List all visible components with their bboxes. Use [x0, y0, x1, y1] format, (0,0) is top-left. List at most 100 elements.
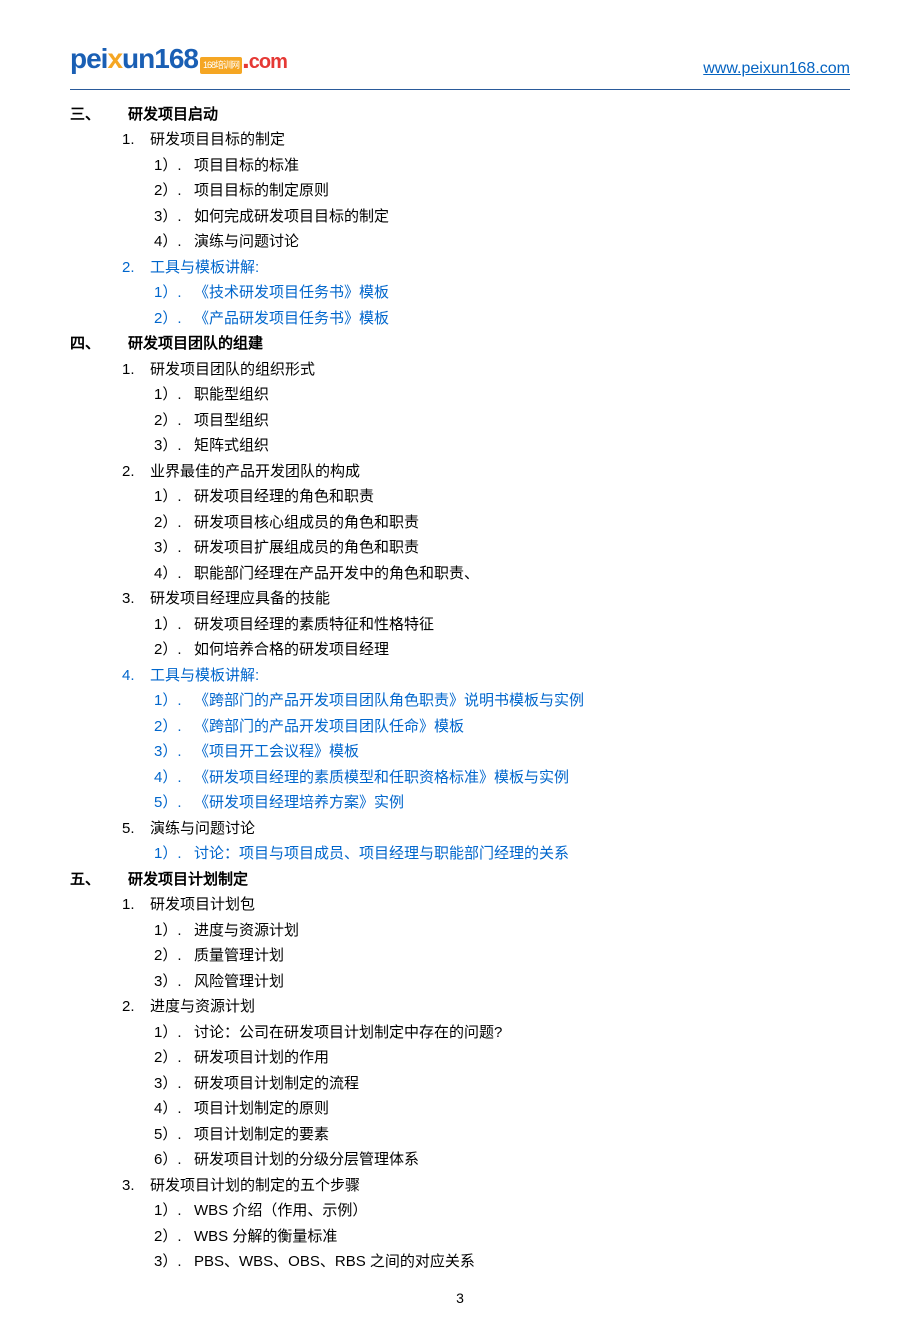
sub-item-number: 2）. — [154, 510, 194, 536]
sub-item: 1）.研发项目经理的素质特征和性格特征 — [154, 612, 850, 638]
sub-item-number: 2）. — [154, 306, 194, 332]
sub-item-text: 演练与问题讨论 — [194, 229, 299, 255]
item-title: 进度与资源计划 — [150, 994, 255, 1020]
sub-item: 2）.项目型组织 — [154, 408, 850, 434]
logo-badge: 168培训网 — [200, 57, 242, 74]
sub-item-number: 1）. — [154, 1198, 194, 1224]
list-item: 4.工具与模板讲解: — [122, 663, 850, 689]
page-number: 3 — [70, 1287, 850, 1311]
item-number: 3. — [122, 586, 150, 612]
sub-item: 3）.《项目开工会议程》模板 — [154, 739, 850, 765]
logo-part-168: 168 — [154, 35, 198, 83]
section-number: 五、 — [70, 867, 128, 893]
sub-item: 4）.职能部门经理在产品开发中的角色和职责、 — [154, 561, 850, 587]
item-title: 工具与模板讲解: — [150, 255, 259, 281]
list-item: 1.研发项目目标的制定 — [122, 127, 850, 153]
sub-item-number: 2）. — [154, 943, 194, 969]
item-number: 2. — [122, 994, 150, 1020]
sub-item: 3）.PBS、WBS、OBS、RBS 之间的对应关系 — [154, 1249, 850, 1275]
sub-item-number: 1）. — [154, 688, 194, 714]
list-item: 1.研发项目团队的组织形式 — [122, 357, 850, 383]
item-title: 工具与模板讲解: — [150, 663, 259, 689]
sub-item: 3）.研发项目扩展组成员的角色和职责 — [154, 535, 850, 561]
section-title: 研发项目计划制定 — [128, 867, 248, 893]
item-title: 业界最佳的产品开发团队的构成 — [150, 459, 360, 485]
sub-item-number: 3）. — [154, 433, 194, 459]
sub-item-number: 4）. — [154, 561, 194, 587]
sub-item: 3）.风险管理计划 — [154, 969, 850, 995]
sub-item-text: 项目目标的制定原则 — [194, 178, 329, 204]
item-title: 研发项目经理应具备的技能 — [150, 586, 330, 612]
site-url-link[interactable]: www.peixun168.com — [703, 55, 850, 82]
sub-item-number: 2）. — [154, 1045, 194, 1071]
sub-item: 2）.《产品研发项目任务书》模板 — [154, 306, 850, 332]
section-title: 研发项目启动 — [128, 102, 218, 128]
sub-item-number: 2）. — [154, 178, 194, 204]
sub-item-text: 如何完成研发项目目标的制定 — [194, 204, 389, 230]
sub-item-text: 研发项目经理的素质特征和性格特征 — [194, 612, 434, 638]
sub-item-number: 5）. — [154, 790, 194, 816]
sub-item-number: 1）. — [154, 484, 194, 510]
sub-item-number: 6）. — [154, 1147, 194, 1173]
sub-item-number: 4）. — [154, 765, 194, 791]
logo-dot: . — [242, 35, 249, 83]
sub-item: 1）.项目目标的标准 — [154, 153, 850, 179]
sub-item-text: 质量管理计划 — [194, 943, 284, 969]
sub-item-text: 风险管理计划 — [194, 969, 284, 995]
item-number: 4. — [122, 663, 150, 689]
list-item: 2.业界最佳的产品开发团队的构成 — [122, 459, 850, 485]
sub-item: 5）.《研发项目经理培养方案》实例 — [154, 790, 850, 816]
list-item: 5.演练与问题讨论 — [122, 816, 850, 842]
list-item: 2.进度与资源计划 — [122, 994, 850, 1020]
item-number: 2. — [122, 459, 150, 485]
sub-item-number: 4）. — [154, 229, 194, 255]
section-title: 研发项目团队的组建 — [128, 331, 263, 357]
sub-item-number: 1）. — [154, 280, 194, 306]
sub-item-text: 研发项目扩展组成员的角色和职责 — [194, 535, 419, 561]
sub-item-number: 1）. — [154, 612, 194, 638]
section-number: 三、 — [70, 102, 128, 128]
sub-item: 2）.如何培养合格的研发项目经理 — [154, 637, 850, 663]
sub-item-number: 3）. — [154, 204, 194, 230]
sub-item: 3）.如何完成研发项目目标的制定 — [154, 204, 850, 230]
item-number: 1. — [122, 357, 150, 383]
sub-item-text: 《跨部门的产品开发项目团队任命》模板 — [194, 714, 464, 740]
sub-item-number: 3）. — [154, 1071, 194, 1097]
section-heading: 三、研发项目启动 — [70, 102, 850, 128]
sub-item-text: 研发项目计划制定的流程 — [194, 1071, 359, 1097]
sub-item-text: WBS 介绍（作用、示例） — [194, 1198, 367, 1224]
section-heading: 四、研发项目团队的组建 — [70, 331, 850, 357]
sub-item: 6）.研发项目计划的分级分层管理体系 — [154, 1147, 850, 1173]
section-heading: 五、研发项目计划制定 — [70, 867, 850, 893]
sub-item-text: 研发项目经理的角色和职责 — [194, 484, 374, 510]
sub-item-number: 3）. — [154, 535, 194, 561]
document-page: peixun168168培训网.com www.peixun168.com 三、… — [0, 0, 920, 1340]
sub-item: 1）.研发项目经理的角色和职责 — [154, 484, 850, 510]
sub-item: 1）.讨论：公司在研发项目计划制定中存在的问题? — [154, 1020, 850, 1046]
sub-item: 1）.WBS 介绍（作用、示例） — [154, 1198, 850, 1224]
sub-item-number: 2）. — [154, 1224, 194, 1250]
sub-item: 4）.《研发项目经理的素质模型和任职资格标准》模板与实例 — [154, 765, 850, 791]
sub-item-text: 项目型组织 — [194, 408, 269, 434]
sub-item-number: 2）. — [154, 408, 194, 434]
item-title: 研发项目团队的组织形式 — [150, 357, 315, 383]
sub-item-number: 3）. — [154, 969, 194, 995]
list-item: 1.研发项目计划包 — [122, 892, 850, 918]
section-number: 四、 — [70, 331, 128, 357]
sub-item-text: 研发项目计划的分级分层管理体系 — [194, 1147, 419, 1173]
item-number: 3. — [122, 1173, 150, 1199]
sub-item: 2）.质量管理计划 — [154, 943, 850, 969]
logo-part-un: un — [122, 35, 154, 83]
sub-item-text: 研发项目计划的作用 — [194, 1045, 329, 1071]
logo-part-com: com — [249, 45, 287, 79]
item-title: 研发项目目标的制定 — [150, 127, 285, 153]
sub-item-number: 2）. — [154, 714, 194, 740]
sub-item-text: 进度与资源计划 — [194, 918, 299, 944]
item-title: 演练与问题讨论 — [150, 816, 255, 842]
sub-item-number: 3）. — [154, 1249, 194, 1275]
sub-item-text: 《研发项目经理培养方案》实例 — [194, 790, 404, 816]
item-number: 2. — [122, 255, 150, 281]
sub-item: 2）.WBS 分解的衡量标准 — [154, 1224, 850, 1250]
sub-item: 2）.《跨部门的产品开发项目团队任命》模板 — [154, 714, 850, 740]
item-number: 5. — [122, 816, 150, 842]
